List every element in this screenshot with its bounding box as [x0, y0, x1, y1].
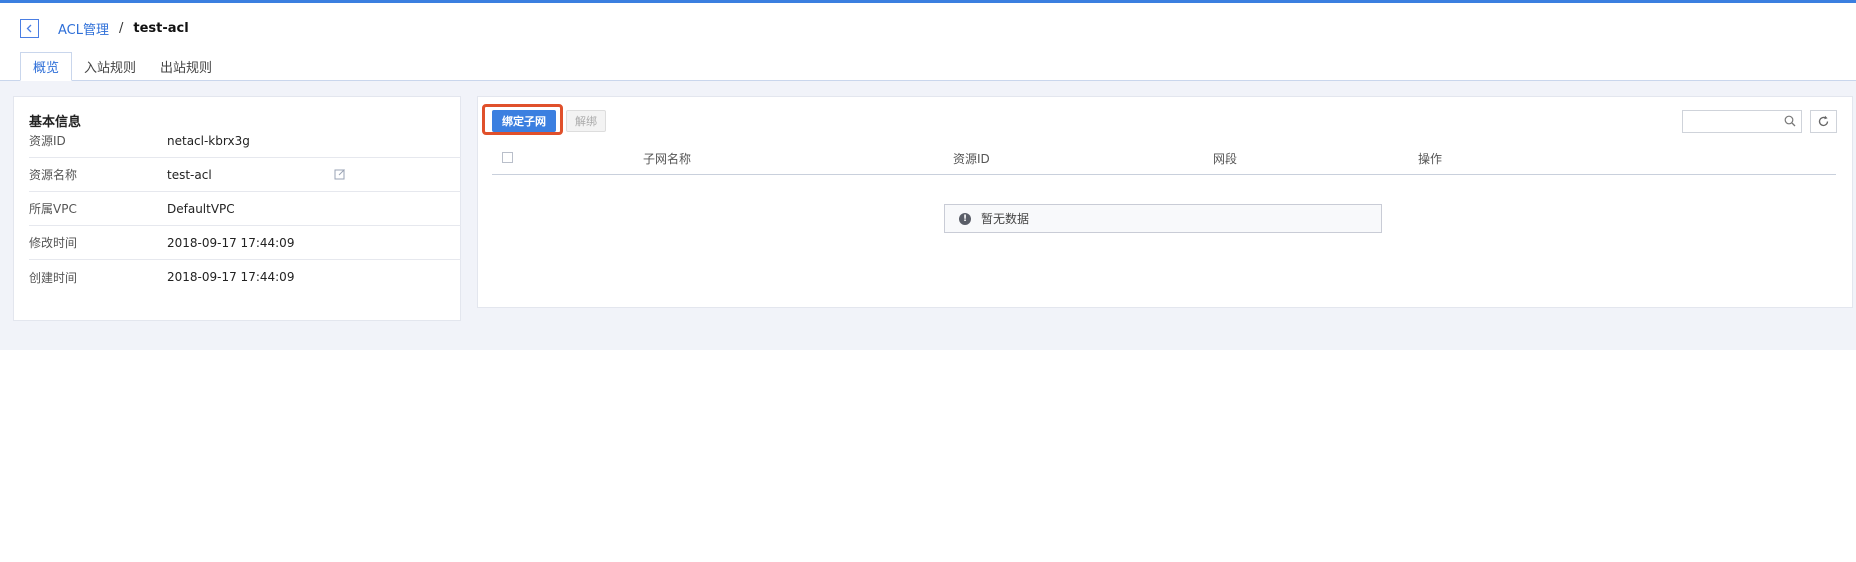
refresh-icon — [1818, 115, 1829, 127]
info-icon: ! — [959, 212, 971, 225]
refresh-button[interactable] — [1810, 110, 1837, 133]
edit-icon[interactable] — [334, 168, 346, 183]
basic-info-panel: 基本信息 资源ID netacl-kbrx3g 资源名称 test-acl 所属… — [13, 96, 461, 321]
empty-state: ! 暂无数据 — [944, 204, 1382, 233]
page-header: ACL管理 / test-acl — [0, 3, 1856, 53]
tab-outbound-rules[interactable]: 出站规则 — [148, 52, 224, 80]
info-label: 所属VPC — [29, 202, 77, 216]
column-header-subnet-name[interactable]: 子网名称 — [643, 150, 691, 167]
unbind-button[interactable]: 解绑 — [566, 110, 606, 132]
column-header-cidr[interactable]: 网段 — [1213, 150, 1237, 167]
subnet-panel: 绑定子网 解绑 子网名称 资源ID 网段 操作 ! 暂无数据 — [477, 96, 1853, 308]
tab-inbound-rules[interactable]: 入站规则 — [72, 52, 148, 80]
info-row-created-time: 创建时间 2018-09-17 17:44:09 — [29, 260, 461, 294]
column-header-resource-id[interactable]: 资源ID — [953, 150, 990, 167]
info-label: 资源ID — [29, 134, 66, 148]
empty-state-text: 暂无数据 — [981, 212, 1030, 226]
table-header: 子网名称 资源ID 网段 操作 — [492, 141, 1836, 175]
chevron-left-icon — [26, 24, 32, 32]
page-title: test-acl — [133, 20, 189, 36]
info-row-modified-time: 修改时间 2018-09-17 17:44:09 — [29, 226, 461, 260]
info-row-resource-id: 资源ID netacl-kbrx3g — [29, 124, 461, 158]
tab-bar: 概览 入站规则 出站规则 — [0, 52, 1856, 81]
content-area: 基本信息 资源ID netacl-kbrx3g 资源名称 test-acl 所属… — [0, 81, 1856, 350]
tab-overview[interactable]: 概览 — [20, 52, 73, 81]
select-all-checkbox[interactable] — [502, 152, 513, 163]
info-value: 2018-09-17 17:44:09 — [167, 270, 295, 284]
info-row-vpc: 所属VPC DefaultVPC — [29, 192, 461, 226]
info-value: DefaultVPC — [167, 201, 235, 216]
column-header-actions: 操作 — [1418, 152, 1443, 166]
bind-subnet-button[interactable]: 绑定子网 — [492, 110, 556, 132]
info-label: 修改时间 — [29, 236, 78, 250]
info-label: 创建时间 — [29, 270, 78, 285]
search-icon[interactable] — [1784, 115, 1796, 130]
info-label: 资源名称 — [29, 168, 78, 182]
breadcrumb-separator: / — [119, 20, 124, 36]
search-box — [1682, 110, 1802, 133]
info-value: netacl-kbrx3g — [167, 133, 250, 148]
info-value: 2018-09-17 17:44:09 — [167, 235, 295, 250]
info-row-resource-name: 资源名称 test-acl — [29, 158, 461, 192]
back-button[interactable] — [20, 18, 39, 38]
info-value: test-acl — [167, 167, 212, 182]
breadcrumb-parent-link[interactable]: ACL管理 — [58, 19, 109, 38]
